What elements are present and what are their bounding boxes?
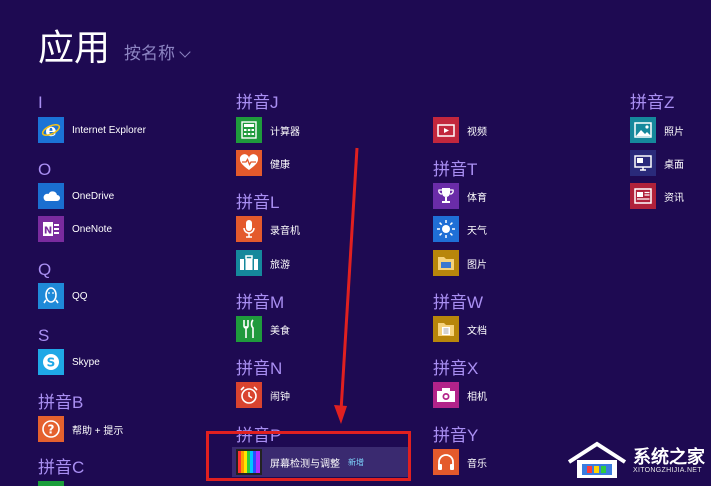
newspaper-icon <box>630 183 656 209</box>
app-photos[interactable]: 照片 <box>630 117 684 143</box>
svg-text:S: S <box>47 356 56 370</box>
svg-text:N: N <box>44 226 52 237</box>
app-label: QQ <box>72 290 88 302</box>
group-header-o[interactable]: O <box>38 160 51 180</box>
group-header-m[interactable]: 拼音M <box>236 293 284 313</box>
calculator-icon <box>236 117 262 143</box>
app-label: 帮助 + 提示 <box>72 425 124 437</box>
fork-knife-icon <box>236 316 262 342</box>
group-header-s[interactable]: S <box>38 326 49 346</box>
app-sports[interactable]: 体育 <box>433 183 487 209</box>
help-question-icon: ? <box>38 416 64 442</box>
video-camera-icon <box>433 117 459 143</box>
house-logo-icon <box>567 441 627 478</box>
app-label: Internet Explorer <box>72 124 146 136</box>
desktop-icon <box>630 150 656 176</box>
app-video[interactable]: 视频 <box>433 117 487 143</box>
app-label: 美食 <box>270 325 290 337</box>
group-header-l[interactable]: 拼音L <box>236 193 279 213</box>
group-header-t[interactable]: 拼音T <box>433 160 477 180</box>
page-title: 应用 <box>38 27 111 68</box>
app-camera[interactable]: 相机 <box>433 382 487 408</box>
heart-pulse-icon <box>236 150 262 176</box>
app-label: OneDrive <box>72 190 115 202</box>
app-pictures[interactable]: 图片 <box>433 250 487 276</box>
app-health[interactable]: 健康 <box>236 150 290 176</box>
app-music[interactable]: 音乐 <box>433 449 487 475</box>
camera-icon <box>433 382 459 408</box>
cloud-icon <box>38 183 64 209</box>
watermark: 系统之家 XITONGZHIJIA.NET <box>565 440 705 480</box>
photo-icon <box>630 117 656 143</box>
app-label: 体育 <box>467 192 487 204</box>
headphones-icon <box>433 449 459 475</box>
app-onenote[interactable]: N OneNote <box>38 216 112 242</box>
chevron-down-icon <box>179 45 191 58</box>
app-label: Skype <box>72 356 100 368</box>
alarm-clock-icon <box>236 382 262 408</box>
app-label: 文档 <box>467 325 487 337</box>
app-help-tips[interactable]: ? 帮助 + 提示 <box>38 416 123 442</box>
group-header-q[interactable]: Q <box>38 260 51 280</box>
group-header-n[interactable]: 拼音N <box>236 359 282 379</box>
app-desktop[interactable]: 桌面 <box>630 150 684 176</box>
trophy-icon <box>433 183 459 209</box>
group-header-w[interactable]: 拼音W <box>433 293 483 313</box>
app-news[interactable]: 资讯 <box>630 183 684 209</box>
internet-explorer-icon: e <box>38 117 64 143</box>
app-label: 视频 <box>467 126 487 138</box>
partial-app-tile <box>38 481 64 486</box>
group-header-b[interactable]: 拼音B <box>38 393 83 413</box>
app-alarms[interactable]: 闹钟 <box>236 382 290 408</box>
group-header-i[interactable]: I <box>38 93 43 113</box>
app-label: 计算器 <box>270 126 300 138</box>
app-voice-recorder[interactable]: 录音机 <box>236 216 300 242</box>
app-weather[interactable]: 天气 <box>433 216 487 242</box>
group-header-z[interactable]: 拼音Z <box>630 93 674 113</box>
app-food[interactable]: 美食 <box>236 316 290 342</box>
app-label: 资讯 <box>664 192 684 204</box>
app-qq[interactable]: QQ <box>38 283 88 309</box>
app-label: 照片 <box>664 126 684 138</box>
app-label: 桌面 <box>664 159 684 171</box>
app-label: 录音机 <box>270 225 300 237</box>
watermark-brand: 系统之家 <box>633 446 705 467</box>
onenote-icon: N <box>38 216 64 242</box>
app-label: 相机 <box>467 391 487 403</box>
app-internet-explorer[interactable]: e Internet Explorer <box>38 117 146 143</box>
app-label: 健康 <box>270 159 290 171</box>
app-label: 闹钟 <box>270 391 290 403</box>
annotation-arrow <box>334 147 359 424</box>
app-label: 天气 <box>467 225 487 237</box>
microphone-icon <box>236 216 262 242</box>
sun-icon <box>433 216 459 242</box>
app-label: 旅游 <box>270 259 290 271</box>
app-skype[interactable]: S Skype <box>38 349 100 375</box>
watermark-url: XITONGZHIJIA.NET <box>633 466 702 474</box>
pictures-folder-icon <box>433 250 459 276</box>
skype-icon: S <box>38 349 64 375</box>
app-documents[interactable]: 文档 <box>433 316 487 342</box>
sort-by-dropdown[interactable]: 按名称 <box>124 44 191 64</box>
documents-folder-icon <box>433 316 459 342</box>
app-label: OneNote <box>72 223 113 235</box>
svg-text:?: ? <box>48 423 55 437</box>
svg-text:e: e <box>45 120 56 140</box>
qq-penguin-icon <box>38 283 64 309</box>
group-header-y[interactable]: 拼音Y <box>433 426 478 446</box>
app-label: 音乐 <box>467 458 487 470</box>
suitcase-icon <box>236 250 262 276</box>
group-header-c[interactable]: 拼音C <box>38 458 84 478</box>
app-onedrive[interactable]: OneDrive <box>38 183 114 209</box>
group-header-x[interactable]: 拼音X <box>433 359 478 379</box>
group-header-j[interactable]: 拼音J <box>236 93 279 113</box>
app-label: 图片 <box>467 259 487 271</box>
highlight-box <box>206 431 411 481</box>
app-travel[interactable]: 旅游 <box>236 250 290 276</box>
sort-label: 按名称 <box>124 44 175 63</box>
app-calculator[interactable]: 计算器 <box>236 117 300 143</box>
